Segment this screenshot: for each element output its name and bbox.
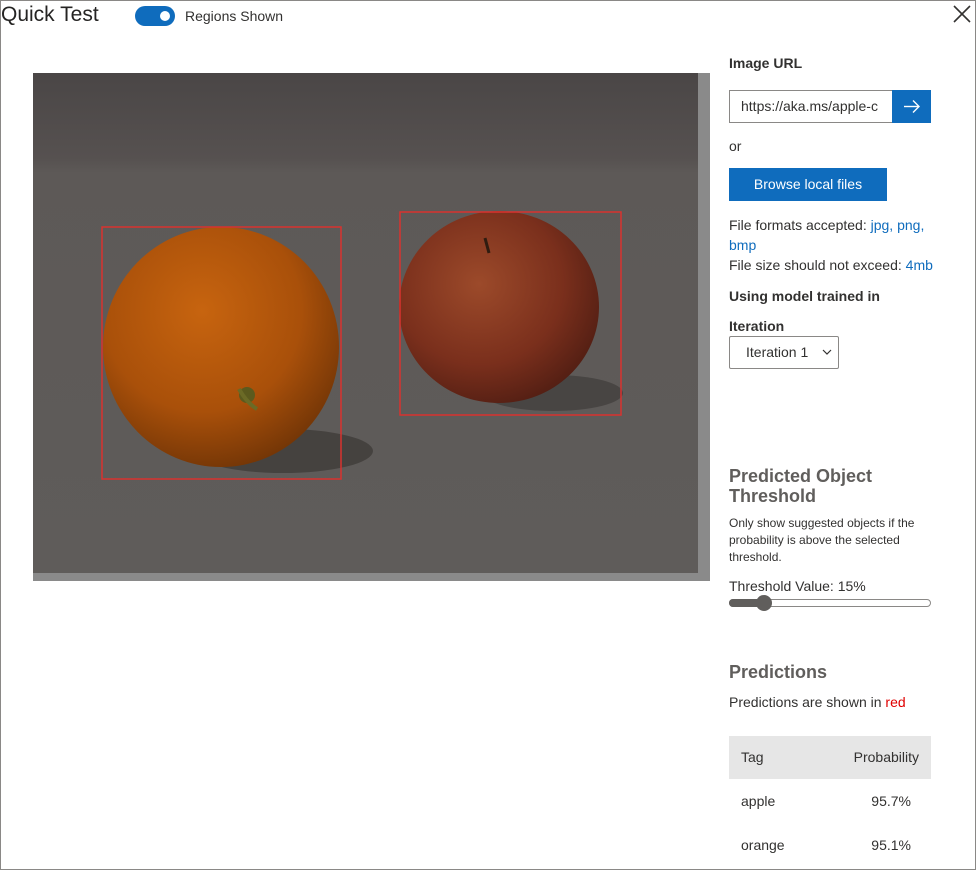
threshold-value-label: Threshold Value: 15% [729,578,866,594]
predictions-note-prefix: Predictions are shown in [729,694,886,710]
iteration-selected-value: Iteration 1 [746,344,809,360]
orange-object [103,227,339,467]
file-size-text: File size should not exceed: 4mb [729,255,933,275]
file-formats-text: File formats accepted: jpg, png, bmp [729,215,939,255]
threshold-slider[interactable] [729,595,931,611]
table-header-row: Tag Probability [729,736,931,779]
image-url-label: Image URL [729,55,803,71]
table-row[interactable]: apple 95.7% [729,779,931,823]
header-probability: Probability [853,749,919,765]
row-tag: orange [741,837,785,853]
dialog-title: Quick Test [1,3,99,26]
predictions-color-word: red [885,694,906,710]
format-bmp-link[interactable]: bmp [729,237,756,253]
threshold-title: Predicted Object Threshold [729,466,873,506]
regions-shown-toggle[interactable] [135,6,175,26]
format-png-link[interactable]: png, [897,217,924,233]
predictions-title: Predictions [729,662,828,682]
predictions-note: Predictions are shown in red [729,692,906,712]
file-size-prefix: File size should not exceed: [729,257,906,273]
settings-panel: Image URL https://aka.ms/apple-c or Brow… [729,1,969,870]
test-image-panel [33,73,710,581]
apple-object [399,211,599,403]
threshold-description: Only show suggested objects if the proba… [729,516,915,564]
model-label: Using model trained in [729,288,880,304]
chevron-down-icon [822,337,832,381]
iteration-label: Iteration [729,318,785,334]
file-size-link[interactable]: 4mb [906,257,933,273]
file-formats-prefix: File formats accepted: [729,217,871,233]
or-text: or [729,138,742,154]
format-jpg-link[interactable]: jpg, [871,217,894,233]
row-tag: apple [741,793,776,809]
predictions-table: Tag Probability apple 95.7% orange 95.1% [729,736,931,867]
image-url-input[interactable]: https://aka.ms/apple-c [729,90,892,123]
header-tag: Tag [741,749,764,765]
test-image [33,73,698,573]
iteration-dropdown[interactable]: Iteration 1 [729,336,839,369]
quick-test-dialog: Quick Test Regions Shown Image URL https… [0,0,976,870]
slider-thumb[interactable] [756,595,772,611]
toggle-knob [160,11,170,21]
row-probability: 95.7% [871,793,911,809]
browse-local-files-button[interactable]: Browse local files [729,168,887,201]
table-row[interactable]: orange 95.1% [729,823,931,867]
arrow-right-icon [904,100,920,113]
row-probability: 95.1% [871,837,911,853]
regions-shown-label: Regions Shown [185,8,284,24]
image-url-submit-button[interactable] [892,90,931,123]
